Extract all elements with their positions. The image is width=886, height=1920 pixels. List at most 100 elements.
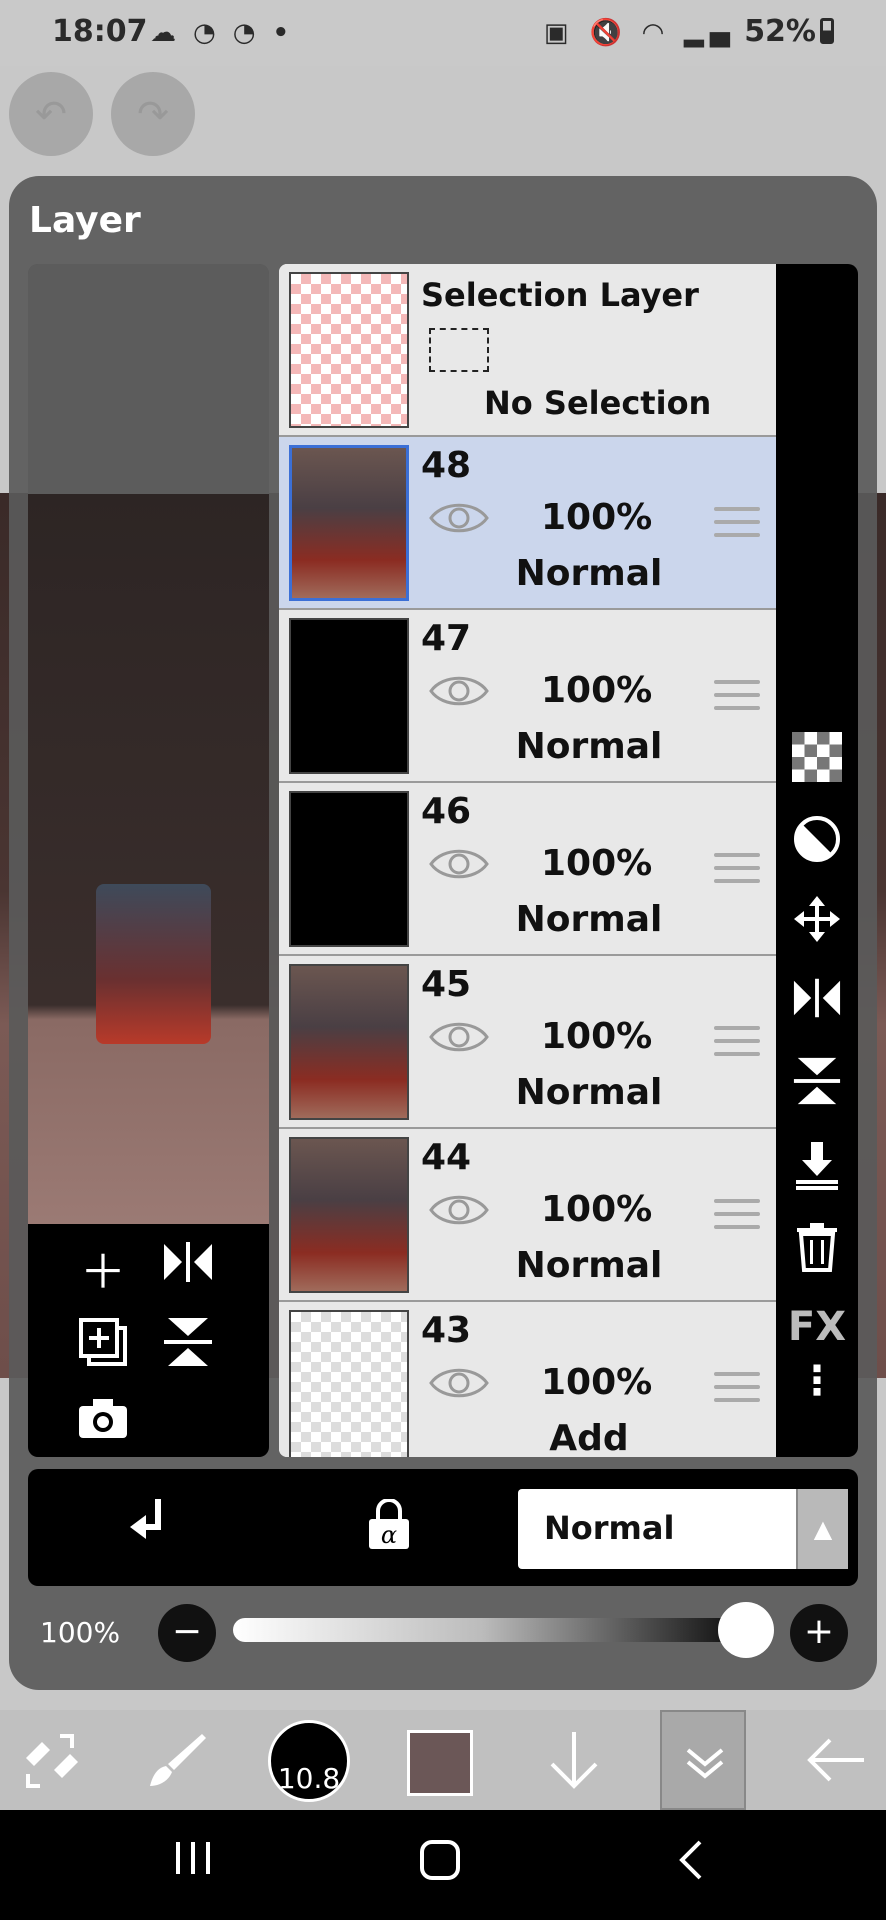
layer-number: 47 xyxy=(421,618,472,659)
trash-icon[interactable] xyxy=(776,1222,858,1283)
opacity-slider[interactable] xyxy=(233,1618,733,1642)
recent-apps-icon[interactable] xyxy=(172,1838,214,1889)
opacity-label: 100% xyxy=(40,1616,121,1649)
visibility-eye-icon[interactable] xyxy=(429,672,489,710)
preview-toolbox: ＋ xyxy=(28,1224,269,1457)
move-icon[interactable] xyxy=(776,894,858,955)
preview-empty-area xyxy=(28,264,269,494)
layer-thumbnail xyxy=(289,1310,409,1457)
layer-row[interactable]: 46 100% Normal xyxy=(279,783,776,956)
layer-blend-mode: Normal xyxy=(515,1072,663,1113)
layer-opacity: 100% xyxy=(541,1362,653,1403)
layer-opacity: 100% xyxy=(541,497,653,538)
visibility-eye-icon[interactable] xyxy=(429,1191,489,1229)
drag-handle-icon[interactable] xyxy=(714,1372,760,1404)
layer-thumbnail xyxy=(289,618,409,774)
layer-tools: FX ⋮ xyxy=(776,264,858,1457)
layer-thumbnail xyxy=(289,445,409,601)
flip-vertical-icon[interactable] xyxy=(776,1056,858,1117)
half-circle-icon[interactable] xyxy=(776,814,858,875)
system-nav-bar xyxy=(0,1810,886,1920)
flip-horizontal-icon[interactable] xyxy=(158,1240,218,1295)
undo-button[interactable]: ↶ xyxy=(9,72,93,156)
notification-icons: ☁ ◔ ◔ • xyxy=(150,18,294,48)
visibility-eye-icon[interactable] xyxy=(429,1018,489,1056)
clipping-icon[interactable] xyxy=(128,1497,176,1563)
layer-row[interactable]: 44 100% Normal xyxy=(279,1129,776,1302)
bottom-toolbar: 10.8 xyxy=(0,1710,886,1810)
selection-layer-row[interactable]: Selection Layer No Selection xyxy=(279,264,776,437)
merge-down-icon[interactable] xyxy=(776,1140,858,1201)
layer-list[interactable]: Selection Layer No Selection 48 100% Norma… xyxy=(279,264,776,1457)
double-chevron-down-icon xyxy=(686,1748,724,1779)
layer-thumbnail xyxy=(289,1137,409,1293)
undo-icon: ↶ xyxy=(35,92,67,136)
drag-handle-icon[interactable] xyxy=(714,680,760,712)
visibility-eye-icon[interactable] xyxy=(429,1364,489,1402)
add-layer-icon[interactable]: ＋ xyxy=(73,1236,133,1302)
layer-toggle-button[interactable] xyxy=(660,1710,746,1810)
selection-layer-title: Selection Layer xyxy=(421,276,699,314)
selection-layer-thumbnail xyxy=(289,272,409,428)
layer-panel: Layer ＋ Selection Layer No Selection 48 … xyxy=(9,176,877,1690)
checker-icon[interactable] xyxy=(776,732,858,793)
battery-indicator: 52% xyxy=(744,14,834,49)
opacity-control: 100% − + xyxy=(28,1596,858,1670)
battery-icon xyxy=(820,18,834,44)
system-icons: ▣ 🔇 ◠ ▂▄ xyxy=(543,18,736,48)
panel-title: Layer xyxy=(29,200,141,241)
tool-switch-icon[interactable] xyxy=(14,1722,90,1798)
chevron-up-icon: ▲ xyxy=(796,1489,848,1569)
brush-size-button[interactable]: 10.8 xyxy=(268,1720,350,1802)
layer-number: 44 xyxy=(421,1137,472,1178)
layer-row[interactable]: 47 100% Normal xyxy=(279,610,776,783)
more-icon[interactable]: ⋮ xyxy=(776,1361,858,1401)
flip-horizontal-icon[interactable] xyxy=(776,976,858,1031)
battery-percent: 52% xyxy=(744,14,816,49)
drag-handle-icon[interactable] xyxy=(714,1199,760,1231)
opacity-slider-knob[interactable] xyxy=(718,1602,774,1658)
drag-handle-icon[interactable] xyxy=(714,1026,760,1058)
drag-handle-icon[interactable] xyxy=(714,853,760,885)
layer-row[interactable]: 43 100% Add xyxy=(279,1302,776,1457)
camera-icon[interactable] xyxy=(73,1396,133,1451)
blend-mode-value: Normal xyxy=(544,1509,675,1547)
layer-thumbnail xyxy=(289,791,409,947)
duplicate-layer-icon[interactable] xyxy=(73,1316,133,1379)
canvas-preview: ＋ xyxy=(28,264,269,1457)
arrow-down-icon[interactable] xyxy=(536,1722,612,1798)
layer-blend-mode: Normal xyxy=(515,1245,663,1286)
layer-opacity: 100% xyxy=(541,1016,653,1057)
layer-row[interactable]: 48 100% Normal xyxy=(279,437,776,610)
nav-back-icon[interactable] xyxy=(676,1838,704,1893)
preview-artwork[interactable] xyxy=(28,494,269,1224)
blend-mode-select[interactable]: Normal ▲ xyxy=(518,1489,848,1569)
drag-handle-icon[interactable] xyxy=(714,507,760,539)
alpha-lock-icon[interactable]: α xyxy=(366,1498,412,1563)
status-bar: 18:07 ☁ ◔ ◔ • ▣ 🔇 ◠ ▂▄ 52% xyxy=(0,0,886,66)
svg-text:α: α xyxy=(381,1521,397,1549)
brush-icon[interactable] xyxy=(140,1722,216,1798)
layer-row[interactable]: 45 100% Normal xyxy=(279,956,776,1129)
back-arrow-icon[interactable] xyxy=(798,1722,874,1798)
brush-size-value: 10.8 xyxy=(277,1762,341,1795)
flip-vertical-icon[interactable] xyxy=(158,1316,218,1379)
preview-character-card xyxy=(96,884,211,1044)
visibility-eye-icon[interactable] xyxy=(429,845,489,883)
layer-blend-mode: Normal xyxy=(515,726,663,767)
layer-bottom-bar: α Normal ▲ xyxy=(28,1469,858,1586)
layer-thumbnail xyxy=(289,964,409,1120)
layer-number: 46 xyxy=(421,791,472,832)
opacity-decrease-button[interactable]: − xyxy=(158,1604,216,1662)
home-icon[interactable] xyxy=(418,1838,462,1893)
opacity-increase-button[interactable]: + xyxy=(790,1604,848,1662)
visibility-eye-icon[interactable] xyxy=(429,499,489,537)
layer-blend-mode: Normal xyxy=(515,899,663,940)
layer-blend-mode: Add xyxy=(549,1418,629,1457)
color-swatch[interactable] xyxy=(407,1730,473,1796)
redo-button[interactable]: ↷ xyxy=(111,72,195,156)
redo-icon: ↷ xyxy=(137,92,169,136)
layer-number: 48 xyxy=(421,445,472,486)
fx-button[interactable]: FX xyxy=(776,1304,858,1350)
layer-opacity: 100% xyxy=(541,670,653,711)
